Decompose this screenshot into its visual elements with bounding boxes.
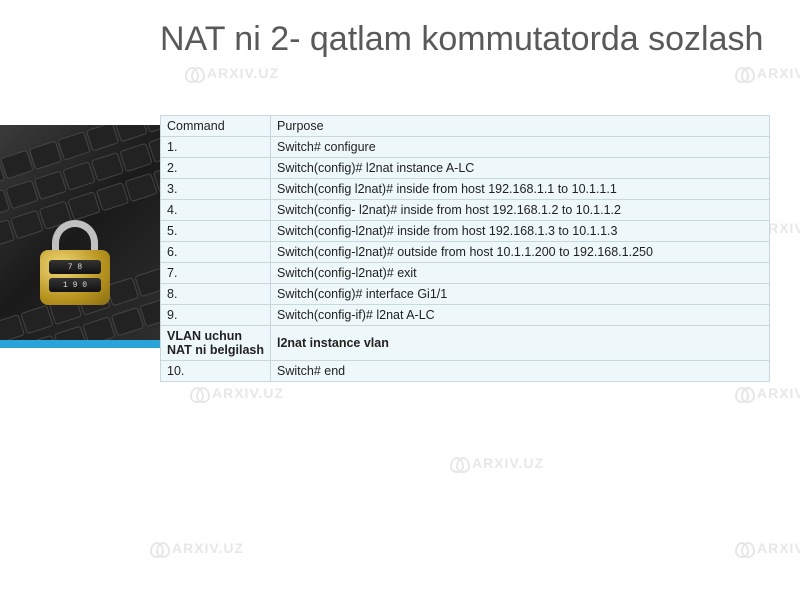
cell-command: Switch(config)# l2nat instance A-LC (271, 158, 770, 179)
cell-step: 10. (161, 361, 271, 382)
table-row: 9. Switch(config-if)# l2nat A-LC (161, 305, 770, 326)
page-title: NAT ni 2- qatlam kommutatorda sozlash (160, 18, 763, 61)
table-row: 1. Switch# configure (161, 137, 770, 158)
cell-command: Switch# end (271, 361, 770, 382)
cell-step: 3. (161, 179, 271, 200)
sidebar-illustration: 7 8 1 9 0 (0, 125, 160, 340)
accent-bar (0, 340, 165, 348)
watermark: ARXIV.UZ (735, 385, 800, 401)
cell-step: 7. (161, 263, 271, 284)
cell-command: Switch# configure (271, 137, 770, 158)
cell-step: 9. (161, 305, 271, 326)
table-header-row: Command Purpose (161, 116, 770, 137)
cell-vlan-command: l2nat instance vlan (271, 326, 770, 361)
header-command: Command (161, 116, 271, 137)
watermark: ARXIV.UZ (185, 65, 279, 81)
table-row: 4. Switch(config- l2nat)# inside from ho… (161, 200, 770, 221)
watermark: ARXIV.UZ (190, 385, 284, 401)
header-purpose: Purpose (271, 116, 770, 137)
cell-step: 8. (161, 284, 271, 305)
cell-vlan-label: VLAN uchun NAT ni belgilash (161, 326, 271, 361)
cell-step: 4. (161, 200, 271, 221)
combo-row-2: 1 9 0 (49, 278, 101, 292)
cell-step: 6. (161, 242, 271, 263)
combo-row-1: 7 8 (49, 260, 101, 274)
watermark: ARXIV.UZ (735, 65, 800, 81)
watermark: ARXIV.UZ (450, 455, 544, 471)
cell-command: Switch(config-l2nat)# exit (271, 263, 770, 284)
cell-command: Switch(config l2nat)# inside from host 1… (271, 179, 770, 200)
lock-icon: 7 8 1 9 0 (40, 220, 110, 305)
cell-command: Switch(config-l2nat)# outside from host … (271, 242, 770, 263)
cell-command: Switch(config- l2nat)# inside from host … (271, 200, 770, 221)
cell-command: Switch(config-l2nat)# inside from host 1… (271, 221, 770, 242)
table-row: 7. Switch(config-l2nat)# exit (161, 263, 770, 284)
watermark: ARXIV.UZ (735, 540, 800, 556)
table-row: 6. Switch(config-l2nat)# outside from ho… (161, 242, 770, 263)
table-row: 8. Switch(config)# interface Gi1/1 (161, 284, 770, 305)
table-row: 3. Switch(config l2nat)# inside from hos… (161, 179, 770, 200)
cell-command: Switch(config)# interface Gi1/1 (271, 284, 770, 305)
cell-step: 1. (161, 137, 271, 158)
watermark: ARXIV.UZ (150, 540, 244, 556)
command-table: Command Purpose 1. Switch# configure 2. … (160, 115, 770, 382)
table-row-vlan: VLAN uchun NAT ni belgilash l2nat instan… (161, 326, 770, 361)
table-row: 5. Switch(config-l2nat)# inside from hos… (161, 221, 770, 242)
table-row: 10. Switch# end (161, 361, 770, 382)
table-row: 2. Switch(config)# l2nat instance A-LC (161, 158, 770, 179)
cell-step: 2. (161, 158, 271, 179)
cell-command: Switch(config-if)# l2nat A-LC (271, 305, 770, 326)
cell-step: 5. (161, 221, 271, 242)
